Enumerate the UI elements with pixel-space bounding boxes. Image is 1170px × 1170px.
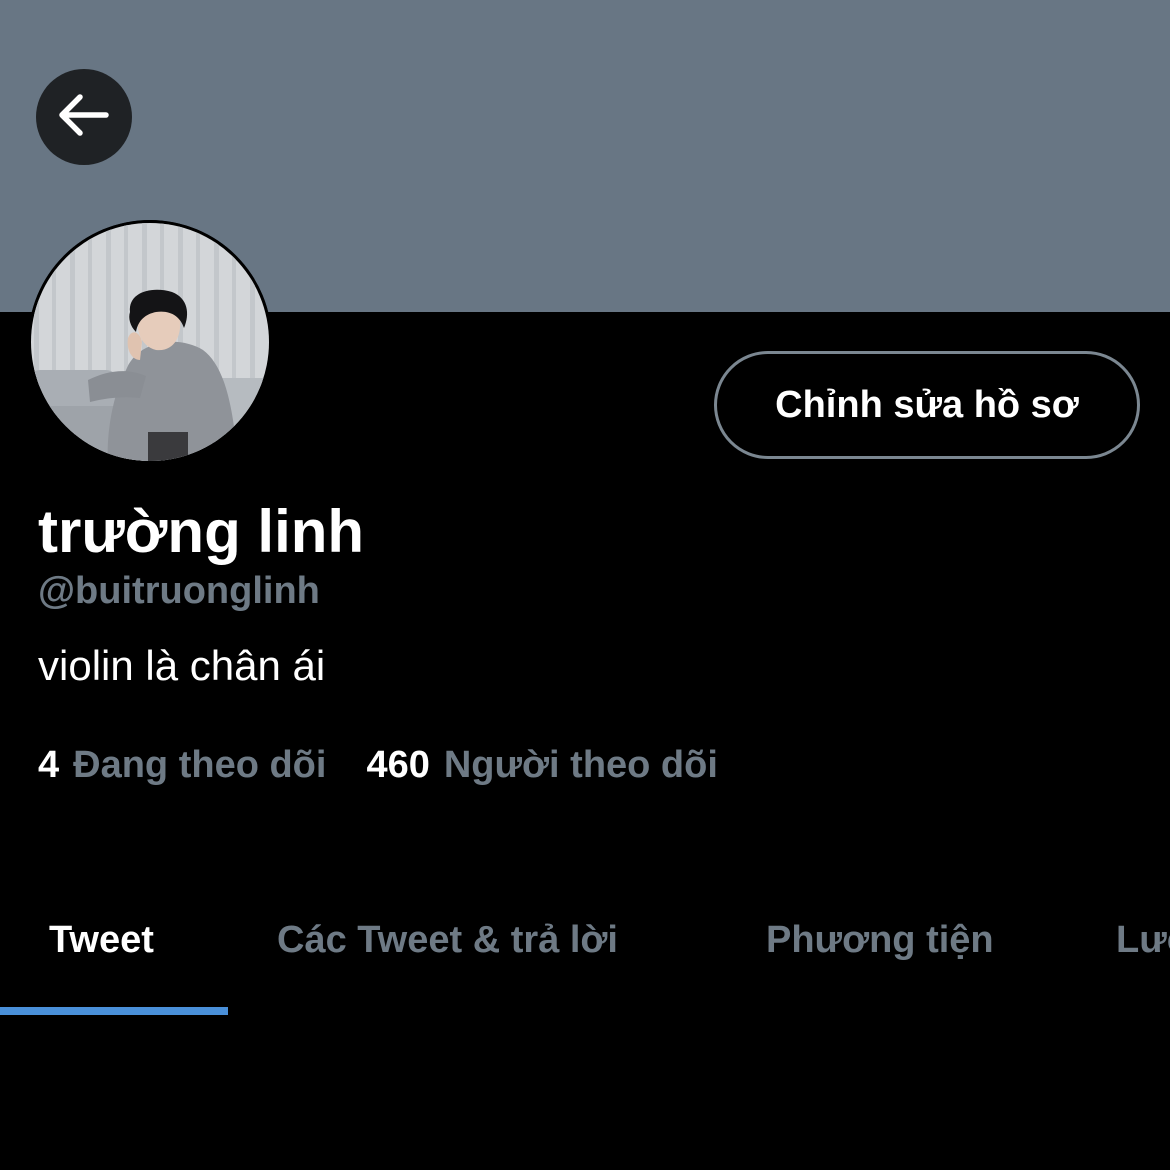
back-button[interactable] (36, 69, 132, 165)
user-handle: @buitruonglinh (38, 570, 320, 612)
tab-likes[interactable]: Lượt thích (1116, 890, 1170, 990)
following-count: 4 (38, 744, 60, 786)
tab-tweets[interactable]: Tweet (49, 890, 154, 990)
profile-photo (28, 220, 272, 464)
tab-media[interactable]: Phương tiện (766, 890, 994, 990)
followers-label: Người theo dõi (443, 744, 718, 786)
followers-count: 460 (366, 744, 430, 786)
avatar[interactable] (28, 220, 272, 464)
arrow-left-icon (58, 93, 110, 142)
edit-profile-button[interactable]: Chỉnh sửa hồ sơ (714, 351, 1140, 459)
active-tab-indicator (0, 1007, 228, 1015)
tab-tweets-and-replies[interactable]: Các Tweet & trả lời (277, 890, 618, 990)
following-stat[interactable]: 4 Đang theo dõi (38, 740, 326, 790)
follow-stats: 4 Đang theo dõi 460 Người theo dõi (38, 740, 758, 790)
profile-page: Chỉnh sửa hồ sơ trường linh @buitruongli… (0, 0, 1170, 1170)
followers-stat[interactable]: 460 Người theo dõi (366, 740, 717, 790)
profile-tabs: Tweet Các Tweet & trả lời Phương tiện Lư… (0, 890, 1170, 1016)
display-name: trường linh (38, 498, 365, 565)
bio-text: violin là chân ái (38, 642, 326, 689)
following-label: Đang theo dõi (73, 744, 327, 786)
